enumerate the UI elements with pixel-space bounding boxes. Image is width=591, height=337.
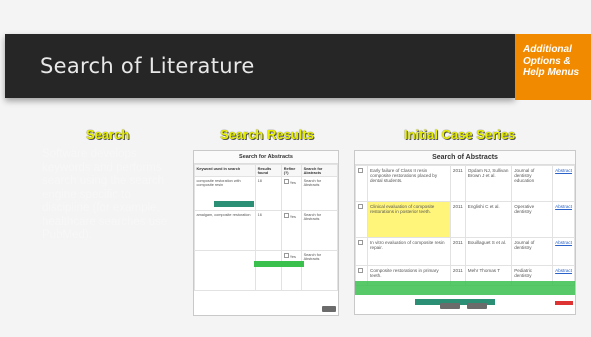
case-cell [355, 165, 368, 202]
case-cell: Abstract [552, 165, 575, 202]
screenshot-artifact [214, 201, 254, 207]
screenshot-artifact [555, 301, 573, 305]
results-cell: Yes [281, 250, 303, 291]
results-shot-title: Search for Abstracts [194, 151, 338, 164]
select-checkbox[interactable] [358, 204, 363, 209]
search-description: Software develops keywords and performs … [42, 148, 168, 241]
case-abstract-text: In vitro evaluation of composite resin r… [367, 237, 451, 266]
results-col-found: Results found [255, 164, 283, 177]
results-col-keyword: Keyword used in search [194, 164, 257, 177]
results-cell: amalgam, composite restoration [194, 210, 257, 251]
table-row: Yes Search for Abstracts [194, 250, 338, 291]
case-authors: Opdam NJ, Sullivan Brown J et al. [464, 165, 513, 202]
results-next-button[interactable] [322, 306, 336, 312]
results-cell[interactable]: Search for Abstracts [301, 176, 338, 211]
refine-checkbox[interactable] [283, 178, 289, 184]
initial-case-series-heading: Initial Case Series [404, 127, 516, 142]
case-year: 2011 [449, 201, 466, 238]
refine-checkbox[interactable] [283, 252, 289, 258]
refine-label: Yes [289, 180, 296, 185]
case-cell: Abstract [552, 201, 575, 238]
case-journal: Journal of dentistry education [511, 165, 554, 202]
table-row: Early failure of Class II resin composit… [355, 165, 575, 202]
abstract-link[interactable]: Abstract [555, 168, 572, 173]
table-row: In vitro evaluation of composite resin r… [355, 237, 575, 266]
case-series-screenshot: Search of Abstracts Early failure of Cla… [354, 150, 576, 315]
case-table: Early failure of Class II resin composit… [355, 165, 575, 286]
slide: Search of Literature Additional Options … [0, 0, 591, 337]
results-col-search: Search for Abstracts [301, 164, 338, 177]
case-cell: Abstract [552, 237, 575, 266]
results-cell: 16 [255, 210, 283, 251]
results-cell [194, 250, 257, 291]
case-journal: Operative dentistry [511, 201, 554, 238]
search-results-heading: Search Results [220, 127, 314, 142]
case-previous-button[interactable] [440, 303, 460, 309]
search-results-screenshot: Search for Abstracts Keyword used in sea… [193, 150, 339, 316]
screenshot-artifact [355, 281, 575, 295]
results-cell[interactable]: Search for Abstracts [301, 210, 338, 251]
case-authors: Bouillaguet S et al. [464, 237, 513, 266]
side-note-line-3: Help Menus [523, 67, 580, 78]
select-checkbox[interactable] [358, 268, 363, 273]
results-col-refine: Refine (?) [281, 164, 303, 177]
side-note-line-1: Additional [523, 44, 572, 55]
abstract-link[interactable]: Abstract [555, 204, 572, 209]
select-checkbox[interactable] [358, 240, 363, 245]
slide-title: Search of Literature [40, 54, 255, 78]
results-cell [255, 250, 283, 291]
side-note-line-2: Options & [523, 55, 571, 67]
case-next-button[interactable] [467, 303, 487, 309]
select-checkbox[interactable] [358, 168, 363, 173]
results-header-row: Keyword used in search Results found Ref… [194, 164, 338, 177]
refine-label: Yes [289, 214, 296, 219]
search-heading: Search [86, 127, 130, 142]
case-abstract-text: Early failure of Class II resin composit… [367, 165, 451, 202]
case-shot-title: Search of Abstracts [355, 151, 575, 165]
table-row: amalgam, composite restoration 16 Yes Se… [194, 210, 338, 251]
results-cell: Yes [281, 176, 303, 211]
additional-options-box: Additional Options & Help Menus [515, 34, 591, 100]
abstract-link[interactable]: Abstract [555, 268, 572, 273]
case-abstract-text: Clinical evaluation of composite restora… [367, 201, 451, 238]
case-journal: Journal of dentistry [511, 237, 554, 266]
screenshot-artifact [254, 261, 304, 267]
results-cell: Yes [281, 210, 303, 251]
results-cell: 18 [255, 176, 283, 211]
case-year: 2011 [449, 237, 466, 266]
abstract-link[interactable]: Abstract [555, 240, 572, 245]
refine-label: Yes [289, 254, 296, 259]
case-year: 2011 [449, 165, 466, 202]
case-cell [355, 201, 368, 238]
refine-checkbox[interactable] [283, 212, 289, 218]
table-row: Clinical evaluation of composite restora… [355, 201, 575, 238]
results-table: Keyword used in search Results found Ref… [194, 164, 338, 291]
case-authors: Englishi C et al. [464, 201, 513, 238]
results-cell[interactable]: Search for Abstracts [301, 250, 338, 291]
case-cell [355, 237, 368, 266]
title-bar: Search of Literature [5, 34, 515, 98]
